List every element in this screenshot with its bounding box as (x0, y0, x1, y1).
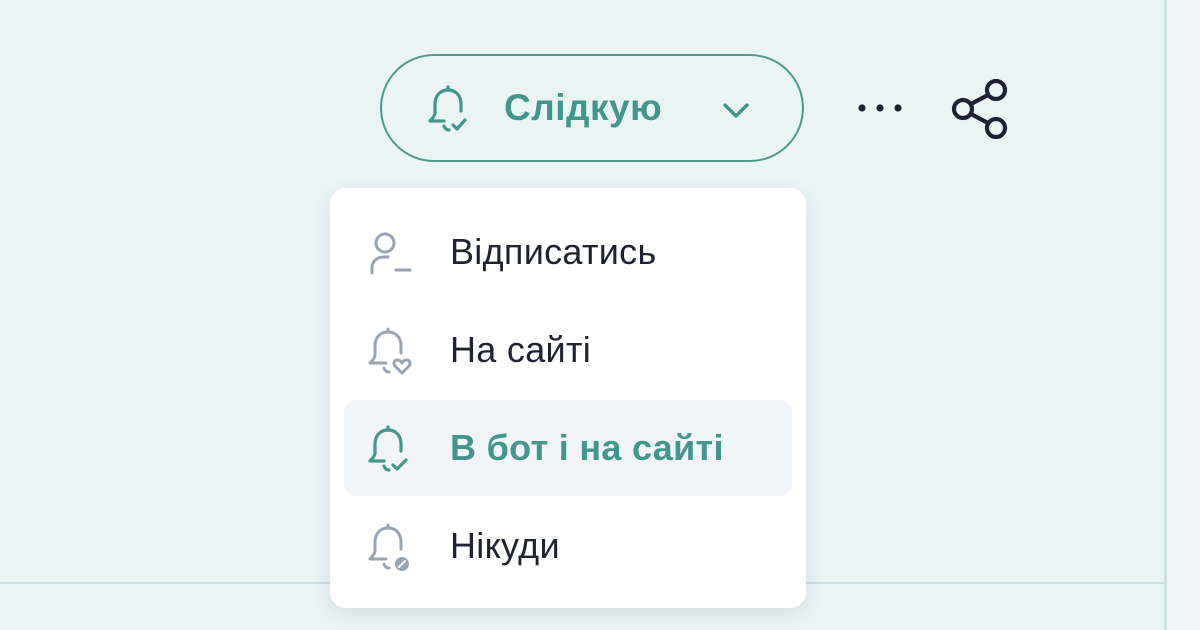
menu-item-on-site[interactable]: На сайті (344, 302, 792, 398)
follow-options-dropdown: Відписатись На сайті В бот і на сайті Ні… (330, 188, 806, 608)
follow-button[interactable]: Слідкую (380, 54, 804, 162)
share-icon[interactable] (948, 74, 1016, 144)
more-horizontal-icon[interactable] (852, 84, 908, 132)
bell-heart-icon (368, 327, 412, 375)
menu-item-bot-and-site[interactable]: В бот і на сайті (344, 400, 792, 496)
menu-item-unsubscribe[interactable]: Відписатись (344, 204, 792, 300)
user-minus-icon (370, 232, 412, 275)
menu-item-label: В бот і на сайті (450, 427, 724, 468)
bell-off-icon (368, 523, 409, 571)
bell-check-icon (368, 425, 408, 472)
bell-check-icon (428, 85, 467, 132)
menu-item-label: Нікуди (450, 525, 560, 566)
right-panel-border (1164, 0, 1167, 630)
menu-item-label: На сайті (450, 329, 592, 370)
menu-item-nowhere[interactable]: Нікуди (344, 498, 792, 594)
chevron-down-icon (723, 103, 749, 118)
follow-button-label: Слідкую (504, 87, 663, 128)
menu-item-label: Відписатись (450, 231, 657, 272)
